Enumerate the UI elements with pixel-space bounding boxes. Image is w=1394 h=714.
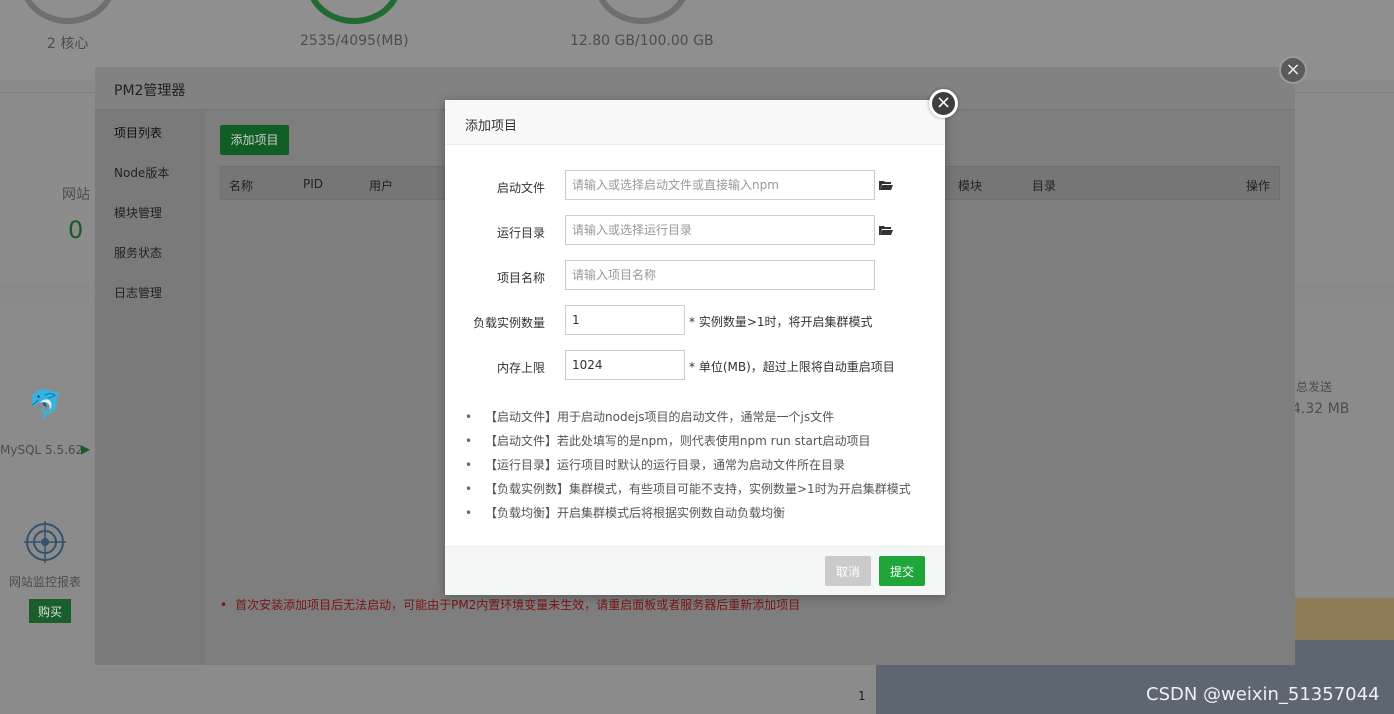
run-dir-label: 运行目录 (496, 226, 545, 240)
memory-limit-input[interactable] (565, 350, 685, 380)
help-notes: 【启动文件】用于启动nodejs项目的启动文件，通常是一个js文件 【启动文件】… (465, 408, 935, 528)
project-name-label: 项目名称 (496, 271, 545, 285)
start-file-input[interactable] (565, 170, 875, 200)
traffic-value: 4.32 MB (1292, 401, 1350, 417)
instances-input[interactable] (565, 305, 685, 335)
submit-button[interactable]: 提交 (879, 556, 925, 586)
memory-limit-label: 内存上限 (496, 361, 545, 375)
start-file-label: 启动文件 (496, 181, 545, 195)
sidebar-item-node-version[interactable]: Node版本 (114, 164, 169, 181)
column-pid: PID (303, 177, 324, 191)
run-dir-input[interactable] (565, 215, 875, 245)
pm2-sidebar: 项目列表 Node版本 模块管理 服务状态 日志管理 (95, 110, 205, 665)
mysql-play-icon[interactable]: ▶ (81, 442, 90, 456)
run-dir-folder-icon[interactable] (879, 225, 893, 235)
add-project-dialog: 添加项目 启动文件 运行目录 项目名称 负载实例数量 * 实例数量>1时，将开启… (445, 100, 945, 595)
column-module: 模块 (958, 179, 983, 193)
buy-button[interactable]: 购买 (29, 599, 71, 623)
cancel-button[interactable]: 取消 (825, 556, 871, 586)
dialog-close-icon[interactable]: × (929, 89, 958, 118)
memory-text: 2535/4095(MB) (300, 33, 409, 49)
note-item: 【负载实例数】集群模式，有些项目可能不支持，实例数量>1时为开启集群模式 (465, 480, 935, 504)
website-label: 网站 (62, 187, 90, 203)
instances-label: 负载实例数量 (472, 316, 545, 330)
note-item: 【启动文件】用于启动nodejs项目的启动文件，通常是一个js文件 (465, 408, 935, 432)
website-count[interactable]: 0 (68, 216, 83, 244)
note-item: 【负载均衡】开启集群模式后将根据实例数自动负载均衡 (465, 504, 935, 528)
project-name-input[interactable] (565, 260, 875, 290)
watermark: CSDN @weixin_51357044 (1146, 684, 1380, 705)
instances-hint: * 实例数量>1时，将开启集群模式 (689, 315, 873, 329)
cpu-text: 2 核心 (47, 36, 89, 52)
memory-limit-hint: * 单位(MB)，超过上限将自动重启项目 (689, 360, 895, 374)
note-item: 【运行目录】运行项目时默认的运行目录，通常为启动文件所在目录 (465, 456, 935, 480)
monitor-label: 网站监控报表 (9, 575, 82, 589)
sidebar-item-logs[interactable]: 日志管理 (114, 284, 162, 301)
column-name: 名称 (229, 179, 254, 193)
start-file-folder-icon[interactable] (879, 180, 893, 190)
note-item: 【启动文件】若此处填写的是npm，则代表使用npm run start启动项目 (465, 432, 935, 456)
add-project-button[interactable]: 添加项目 (220, 125, 289, 155)
column-actions: 操作 (1246, 179, 1271, 193)
sidebar-item-modules[interactable]: 模块管理 (114, 204, 162, 221)
dialog-footer: 取消 提交 (445, 546, 945, 595)
dialog-title: 添加项目 (465, 119, 518, 134)
pm2-close-icon[interactable]: × (1279, 56, 1307, 84)
chart-tick: 1 (858, 689, 866, 703)
pm2-title: PM2管理器 (114, 83, 186, 99)
pm2-warning: • 首次安装添加项目后无法启动，可能由于PM2内置环境变量未生效，请重启面板或者服… (220, 596, 800, 613)
warning-bullet: • (220, 598, 228, 612)
column-user: 用户 (369, 179, 394, 193)
mysql-label[interactable]: MySQL 5.5.62 (0, 443, 83, 457)
monitor-icon[interactable] (24, 521, 66, 563)
column-directory: 目录 (1032, 179, 1057, 193)
disk-text: 12.80 GB/100.00 GB (570, 33, 714, 49)
mysql-icon[interactable]: 🐬 (28, 388, 63, 421)
warning-text: 首次安装添加项目后无法启动，可能由于PM2内置环境变量未生效，请重启面板或者服务… (235, 598, 801, 612)
sidebar-item-project-list[interactable]: 项目列表 (114, 124, 162, 141)
dialog-header: 添加项目 (445, 100, 945, 145)
traffic-label: 总发送 (1296, 380, 1333, 394)
sidebar-item-service-status[interactable]: 服务状态 (114, 244, 162, 261)
